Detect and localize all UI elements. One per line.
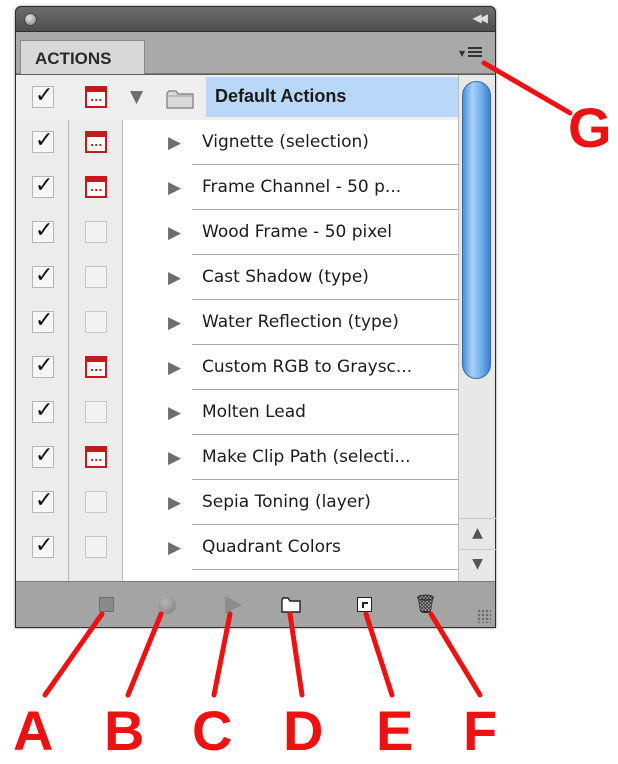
callout-lines	[42, 60, 573, 698]
callout-label-c: C	[192, 699, 233, 762]
callout-line-a	[42, 611, 105, 698]
callout-label-b: B	[104, 699, 145, 762]
callout-label-g: G	[568, 96, 612, 159]
callout-line-d	[287, 611, 305, 698]
callout-line-b	[125, 611, 164, 698]
callout-line-f	[428, 611, 483, 698]
callout-line-g	[481, 60, 573, 116]
callout-line-e	[363, 611, 395, 698]
callout-label-f: F	[463, 699, 498, 762]
callout-label-a: A	[13, 699, 54, 762]
callout-label-e: E	[376, 699, 414, 762]
callout-label-d: D	[283, 699, 324, 762]
callout-line-c	[211, 611, 233, 698]
